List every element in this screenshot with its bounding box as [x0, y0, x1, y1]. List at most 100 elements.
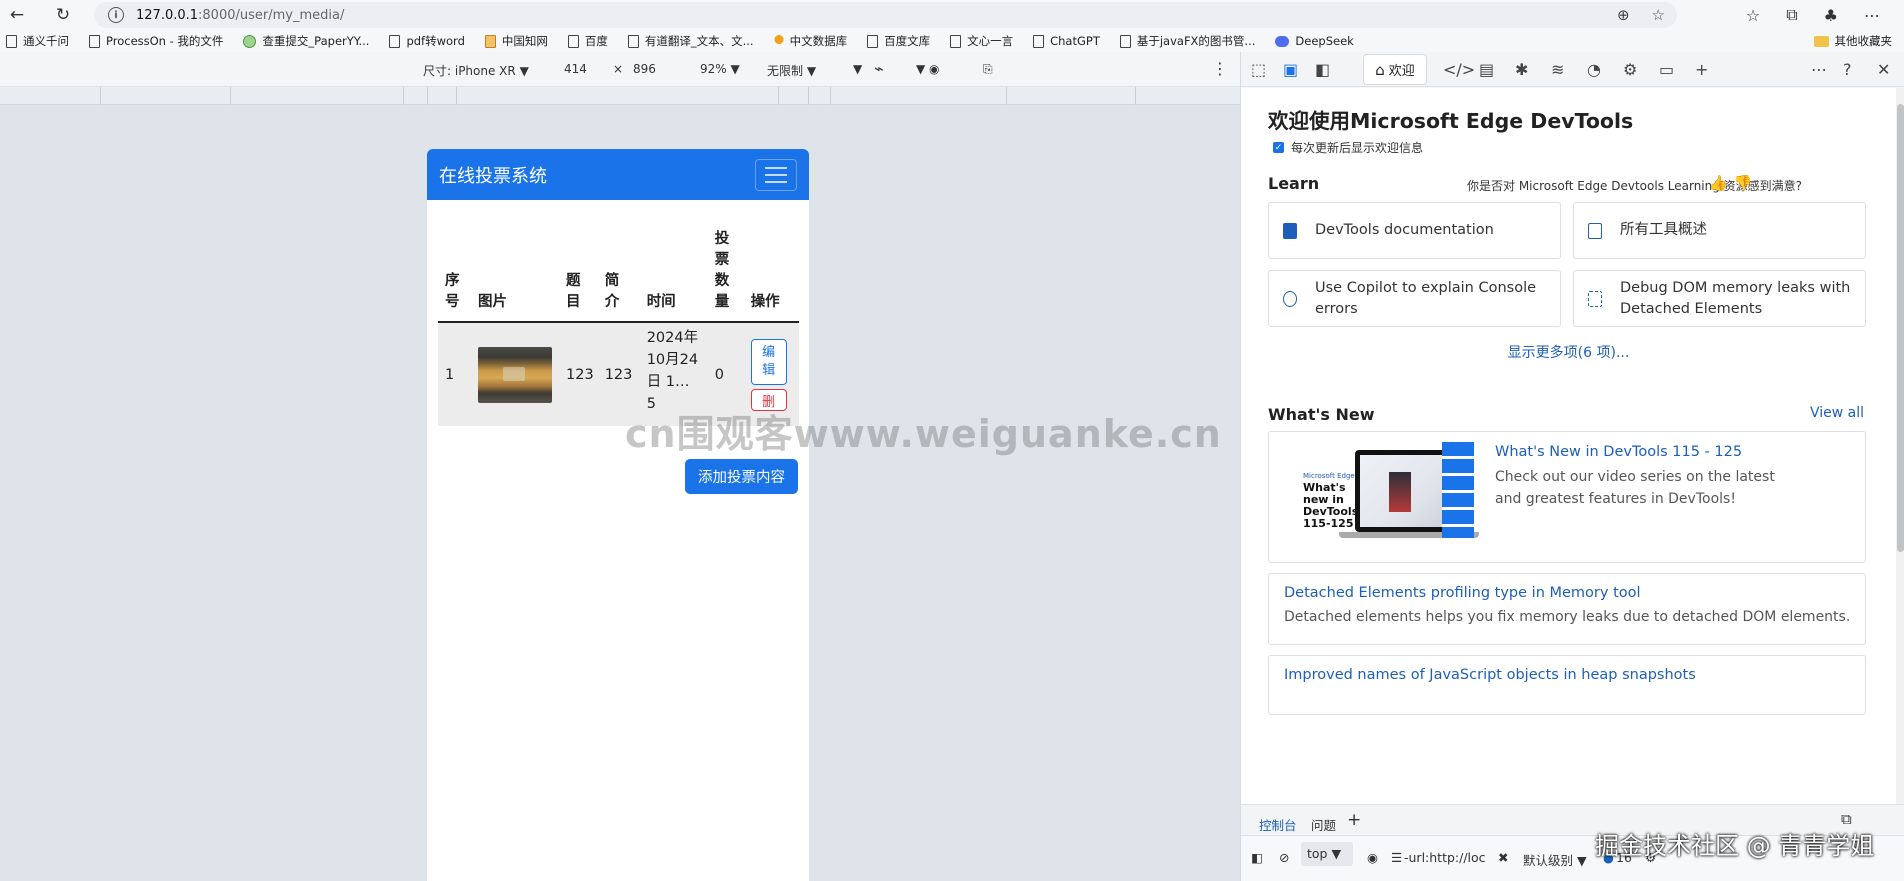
bookmark-label: ChatGPT [1050, 34, 1100, 48]
context-select[interactable]: top ▼ [1301, 842, 1353, 866]
clear-filter-icon[interactable]: ✖ [1498, 850, 1508, 865]
inspect-icon[interactable]: ⬚ [1251, 60, 1266, 79]
back-icon[interactable]: ← [0, 0, 34, 30]
zoom-icon[interactable]: ⊕ [1617, 6, 1630, 24]
elements-icon[interactable]: </> [1443, 60, 1475, 79]
col-title-label: 题目 [566, 273, 581, 310]
view-all-link[interactable]: View all [1810, 405, 1864, 421]
bookmark-item[interactable]: DeepSeek [1275, 34, 1354, 48]
app-title[interactable]: 在线投票系统 [439, 162, 547, 188]
url-field[interactable]: i 127.0.0.1:8000/user/my_media/ ⊕ ☆ [94, 2, 1677, 28]
tab-welcome-label: 欢迎 [1388, 64, 1415, 79]
thumbs-up-icon[interactable]: 👍 [1709, 174, 1734, 192]
bookmark-item[interactable]: 百度文库 [867, 33, 930, 49]
news-card-detached[interactable]: Detached Elements profiling type in Memo… [1268, 573, 1866, 645]
bookmark-item[interactable]: 中文数据库 [773, 33, 847, 49]
show-welcome-checkbox[interactable]: ✓ 每次更新后显示欢迎信息 [1273, 139, 1423, 156]
card-tools-overview[interactable]: 所有工具概述 [1573, 202, 1866, 259]
menu-dots-icon[interactable]: ⋯ [1864, 6, 1880, 25]
bookmark-label: 中国知网 [501, 34, 548, 48]
refresh-icon[interactable]: ↻ [46, 0, 80, 30]
bug-icon[interactable]: ✱ [1515, 60, 1528, 79]
bookmark-label: 通义千问 [23, 34, 69, 48]
filter-icon[interactable]: ☰ [1391, 850, 1402, 865]
vision-deficiency-icon[interactable]: ▼ ◉ [916, 62, 940, 76]
feedback-buttons: 👍👎 [1709, 174, 1758, 192]
col-votes: 投票数量 [707, 229, 744, 323]
news-card-heap[interactable]: Improved names of JavaScript objects in … [1268, 655, 1866, 715]
zoom-select[interactable]: 92% ▼ [700, 62, 740, 76]
deepseek-icon [1275, 35, 1290, 47]
devtools-panel: ⬚ ▣ ◧ ⌂ 欢迎 </> ▤ ✱ ≋ ◔ ⚙ ▭ + ⋯ ? ✕ 欢迎使用Mi… [1240, 52, 1904, 881]
site-info-icon[interactable]: i [108, 7, 124, 23]
other-bookmarks[interactable]: 其他收藏夹 [1813, 30, 1892, 52]
add-drawer-tab-icon[interactable]: + [1347, 810, 1361, 830]
news-card-video[interactable]: Microsoft Edge What's new in DevTools 11… [1268, 431, 1866, 563]
log-level-select[interactable]: 默认级别 ▼ [1523, 850, 1587, 869]
bookmark-item[interactable]: ChatGPT [1033, 34, 1100, 48]
bookmark-item[interactable]: 有道翻译_文本、文... [627, 33, 754, 49]
rotate-dropdown-icon[interactable]: ▼ [853, 62, 862, 76]
tab-issues[interactable]: 问题 [1311, 815, 1336, 834]
console-icon[interactable]: ▤ [1479, 60, 1494, 79]
bookmark-item[interactable]: 基于javaFX的图书管... [1119, 33, 1255, 49]
extension-icon[interactable]: ♣ [1824, 6, 1838, 25]
bookmark-item[interactable]: 中国知网 [484, 33, 548, 49]
thumbs-down-icon[interactable]: 👎 [1734, 174, 1759, 192]
bookmark-label: 百度 [584, 34, 608, 48]
rotate-icon[interactable]: ⎘ [983, 62, 993, 77]
page-icon [567, 34, 579, 48]
application-icon[interactable]: ▭ [1659, 60, 1674, 79]
network-icon[interactable]: ≋ [1551, 60, 1564, 79]
throttle-select[interactable]: 无限制 ▼ [767, 62, 816, 79]
close-icon[interactable]: ✕ [1877, 60, 1890, 79]
settings-gear-icon[interactable]: ⚙ [1623, 60, 1637, 79]
tab-console[interactable]: 控制台 [1259, 815, 1297, 837]
car-photo [478, 346, 552, 403]
add-vote-button[interactable]: 添加投票内容 [685, 459, 798, 494]
width-input[interactable]: 414 [564, 62, 587, 76]
console-filter-input[interactable]: -url:http://loc [1404, 850, 1486, 865]
tab-welcome[interactable]: ⌂ 欢迎 [1363, 54, 1427, 85]
bookmark-item[interactable]: ProcessOn - 我的文件 [89, 33, 223, 49]
add-tab-icon[interactable]: + [1695, 60, 1708, 79]
console-sidebar-icon[interactable]: ◧ [1251, 850, 1263, 865]
bookmark-item[interactable]: 百度 [567, 33, 608, 49]
collections-icon[interactable]: ⧉ [1786, 5, 1797, 25]
news-title[interactable]: Improved names of JavaScript objects in … [1284, 667, 1696, 683]
news-desc: Check out our video series on the latest… [1495, 469, 1775, 507]
bookmark-item[interactable]: 通义千问 [6, 33, 69, 49]
device-emulation-icon[interactable]: ▣ [1283, 60, 1298, 79]
clear-console-icon[interactable]: ⊘ [1279, 850, 1289, 865]
folder-icon [1813, 35, 1829, 47]
col-votes-label: 投票数量 [714, 231, 730, 310]
news-title[interactable]: Detached Elements profiling type in Memo… [1284, 585, 1641, 601]
performance-icon[interactable]: ◔ [1587, 60, 1601, 79]
more-icon[interactable]: ⋯ [1811, 60, 1827, 79]
height-input[interactable]: 896 [633, 62, 656, 76]
card-devtools-docs[interactable]: DevTools documentation [1268, 202, 1561, 259]
sensor-icon[interactable]: ⌁ [874, 59, 884, 78]
show-more-link[interactable]: 显示更多项(6 项)... [1241, 342, 1896, 362]
device-select[interactable]: 尺寸: iPhone XR ▼ [423, 62, 529, 79]
help-icon[interactable]: ? [1843, 60, 1852, 79]
bookmark-item[interactable]: 文心一言 [950, 33, 1013, 49]
favorites-icon[interactable]: ☆ [1746, 6, 1760, 25]
bookmark-item[interactable]: pdf转word [389, 33, 465, 49]
sidebar-icon[interactable]: ◧ [1315, 60, 1330, 79]
bookmark-item[interactable]: 查重提交_PaperYY... [243, 33, 369, 49]
context-label: top [1307, 846, 1328, 861]
card-copilot-console[interactable]: Use Copilot to explain Console errors [1268, 270, 1561, 327]
cell-time-label: 2024年10月24日 1…5 [646, 330, 699, 412]
favorite-star-icon[interactable]: ☆ [1652, 6, 1665, 24]
bookmark-label: 查重提交_PaperYY... [262, 34, 370, 48]
edit-button[interactable]: 编辑 [750, 338, 787, 385]
hamburger-menu-icon[interactable] [755, 158, 797, 191]
news-title[interactable]: What's New in DevTools 115 - 125 [1495, 444, 1742, 460]
device-more-icon[interactable]: ⋮ [1212, 59, 1228, 78]
checkbox-icon[interactable]: ✓ [1273, 142, 1284, 153]
live-expression-icon[interactable]: ◉ [1367, 850, 1378, 865]
card-detached-elements[interactable]: Debug DOM memory leaks with Detached Ele… [1573, 270, 1866, 327]
promo-brand: Microsoft Edge [1303, 472, 1355, 480]
devtools-scrollbar[interactable] [1896, 88, 1904, 804]
